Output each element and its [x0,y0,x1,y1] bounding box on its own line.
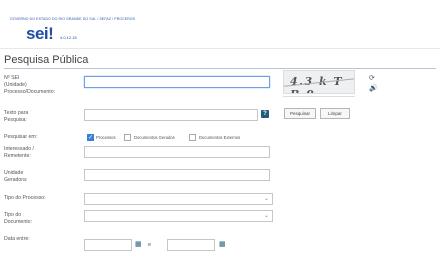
generated-docs-checkbox[interactable] [124,134,131,141]
process-number-input[interactable] [84,76,270,88]
external-docs-checkbox-label: Documentos Externos [199,135,241,140]
calendar-icon[interactable]: ▦ [135,241,142,249]
version-label: 4.0.12.15 [60,35,77,40]
document-type-select[interactable]: ⌄ [84,210,273,222]
help-icon[interactable]: ? [261,110,269,118]
sei-logo[interactable]: sei! [26,24,54,44]
captcha-input[interactable] [283,93,355,97]
free-text-label: Texto para Pesquisa: [4,110,29,123]
date-start-input[interactable] [84,239,132,251]
search-in-label: Pesquisar em: [4,134,38,140]
external-docs-checkbox[interactable] [189,134,196,141]
date-end-input[interactable] [167,239,215,251]
clear-button[interactable]: Limpar [320,108,350,119]
processes-checkbox-label: Processos [96,135,116,140]
generated-docs-checkbox-label: Documentos Gerados [134,135,175,140]
process-number-label: Nº SEI (Unidade) Processo/Documento: [4,75,56,95]
process-type-label: Tipo do Processo: [4,195,46,201]
interested-input[interactable] [84,146,270,158]
title-divider [4,68,436,69]
chevron-down-icon: ⌄ [263,213,269,219]
date-label: Data entre: [4,236,30,242]
process-type-select[interactable]: ⌄ [84,193,273,205]
generating-unit-label: Unidade Geradora: [4,170,28,183]
refresh-icon[interactable]: ⟳ [369,74,375,82]
chevron-down-icon: ⌄ [263,196,269,202]
header-bar: GOVERNO DO ESTADO DO RIO GRANDE DO SUL /… [0,0,440,49]
free-text-input[interactable] [84,109,258,121]
page-title: Pesquisa Pública [4,54,89,66]
document-type-label: Tipo do Documento: [4,212,32,225]
org-name: GOVERNO DO ESTADO DO RIO GRANDE DO SUL /… [10,17,136,21]
date-separator: e [148,242,152,248]
audio-icon[interactable]: 🔊 [369,84,378,92]
captcha-image: 4.3 k T B 9 [283,70,355,94]
generating-unit-input[interactable] [84,169,270,181]
interested-label: Interessado / Remetente: [4,146,34,159]
search-button[interactable]: Pesquisar [284,108,316,119]
logo-text: sei [26,24,49,43]
processes-checkbox[interactable]: ✓ [87,134,94,141]
calendar-icon[interactable]: ▦ [219,241,226,249]
